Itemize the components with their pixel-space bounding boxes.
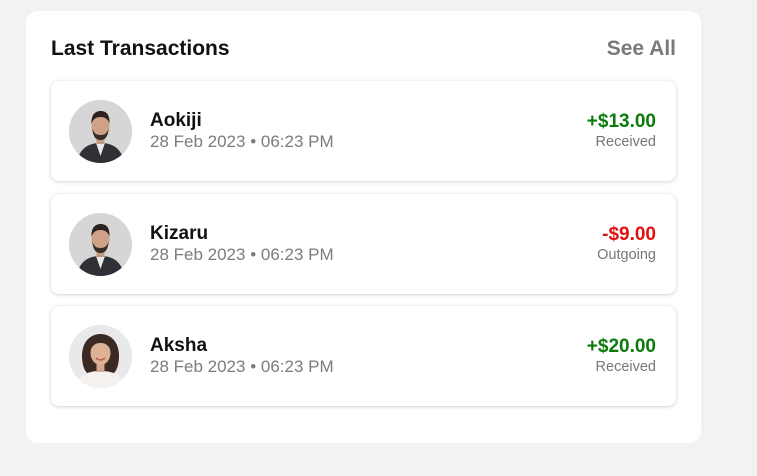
transaction-datetime: 28 Feb 2023 • 06:23 PM [150, 244, 334, 264]
panel-header: Last Transactions See All [51, 35, 676, 63]
see-all-link[interactable]: See All [607, 37, 676, 61]
male-avatar-icon [69, 212, 132, 276]
transaction-name: Kizaru [150, 222, 209, 244]
transaction-name: Aokiji [150, 110, 202, 131]
transaction-amount-box: +$20.00 Received [587, 336, 656, 376]
transaction-card[interactable]: Aokiji 28 Feb 2023 • 06:23 PM +$13.00 Re… [51, 81, 676, 181]
transaction-status: Received [595, 134, 656, 150]
transaction-info: Aksha 28 Feb 2023 • 06:23 PM [150, 335, 334, 377]
transaction-status: Received [595, 359, 656, 375]
transaction-list: Aokiji 28 Feb 2023 • 06:23 PM +$13.00 Re… [51, 81, 676, 419]
transaction-info: Kizaru 28 Feb 2023 • 06:23 PM [150, 223, 334, 265]
avatar [69, 325, 132, 388]
transaction-amount: +$13.00 [586, 111, 656, 132]
transaction-amount: -$9.00 [602, 223, 656, 245]
transaction-card[interactable]: Kizaru 28 Feb 2023 • 06:23 PM -$9.00 Out… [51, 193, 676, 294]
transaction-card[interactable]: Aksha 28 Feb 2023 • 06:23 PM +$20.00 Rec… [51, 306, 676, 406]
transaction-amount-box: +$13.00 Received [587, 111, 656, 151]
transaction-datetime: 28 Feb 2023 • 06:23 PM [150, 132, 334, 151]
transaction-amount: +$20.00 [586, 336, 656, 357]
last-transactions-panel: Last Transactions See All Aokiji 28 Feb … [26, 11, 701, 443]
avatar [69, 100, 132, 163]
transaction-info: Aokiji 28 Feb 2023 • 06:23 PM [150, 110, 334, 152]
transaction-status: Outgoing [597, 246, 656, 263]
transaction-name: Aksha [150, 335, 208, 356]
female-avatar-icon [69, 325, 132, 388]
avatar [69, 212, 132, 276]
panel-title: Last Transactions [51, 37, 230, 60]
transaction-datetime: 28 Feb 2023 • 06:23 PM [150, 357, 334, 376]
male-avatar-icon [69, 100, 132, 163]
transaction-amount-box: -$9.00 Outgoing [597, 224, 656, 264]
